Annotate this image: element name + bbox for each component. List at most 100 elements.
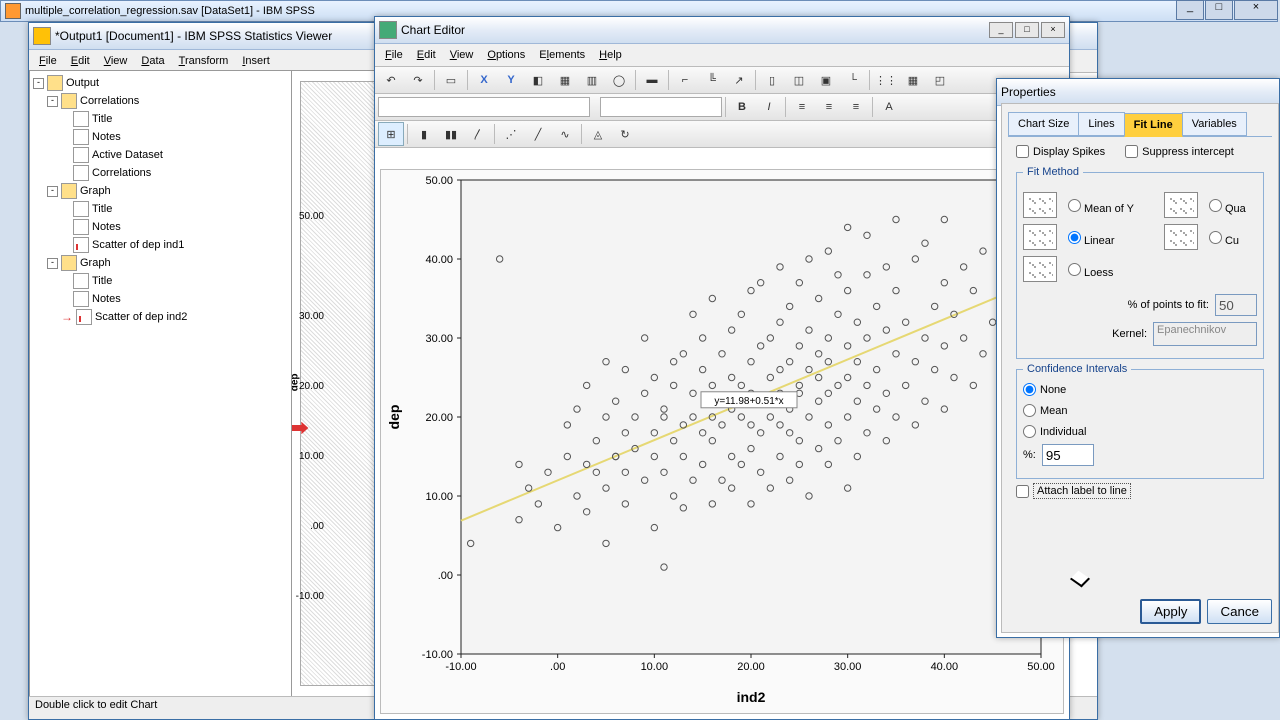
label-button[interactable]: ◬ <box>585 122 611 146</box>
toggle-icon[interactable]: - <box>47 96 58 107</box>
menu-edit[interactable]: Edit <box>65 52 96 70</box>
radio-cubic[interactable]: Cu <box>1204 228 1239 247</box>
menu-transform[interactable]: Transform <box>173 52 235 70</box>
properties-titlebar[interactable]: Properties <box>997 79 1279 106</box>
ce-menu-elements[interactable]: Elements <box>533 46 591 64</box>
menu-data[interactable]: Data <box>135 52 170 70</box>
tree-item[interactable]: Notes <box>92 293 121 305</box>
font-combo[interactable] <box>378 97 590 117</box>
preview-tick: 50.00 <box>294 211 324 222</box>
bar-button[interactable]: ▯ <box>759 68 785 92</box>
x-axis-button[interactable]: X <box>471 68 497 92</box>
ce-menu-file[interactable]: File <box>379 46 409 64</box>
grid-button[interactable]: ╚ <box>699 68 725 92</box>
preview-tick: 10.00 <box>294 451 324 462</box>
bar-chart-button[interactable]: ▮ <box>411 122 437 146</box>
lasso-button[interactable]: ◯ <box>606 68 632 92</box>
align-right-button[interactable]: ≡ <box>843 95 869 119</box>
tree-item[interactable]: Title <box>92 203 112 215</box>
output-tree[interactable]: -Output -Correlations Title Notes Active… <box>29 70 295 697</box>
toggle-icon[interactable]: - <box>47 186 58 197</box>
chart-type-button[interactable]: ▣ <box>813 68 839 92</box>
tree-item[interactable]: Notes <box>92 131 121 143</box>
chart-type-button[interactable]: ◫ <box>786 68 812 92</box>
tool-button[interactable]: ▥ <box>579 68 605 92</box>
apply-button[interactable]: Apply <box>1140 599 1201 624</box>
chart-editor-titlebar[interactable]: Chart Editor _ □ × <box>375 17 1069 44</box>
close-button[interactable]: × <box>1041 22 1065 38</box>
align-center-button[interactable]: ≡ <box>816 95 842 119</box>
refresh-button[interactable]: ↻ <box>612 122 638 146</box>
y-axis-button[interactable]: Y <box>498 68 524 92</box>
suppress-intercept-checkbox[interactable]: Suppress intercept <box>1125 145 1234 158</box>
cancel-button[interactable]: Cance <box>1207 599 1272 624</box>
attach-label-checkbox[interactable]: Attach label to line <box>1016 483 1264 499</box>
ce-menu-view[interactable]: View <box>444 46 480 64</box>
undo-button[interactable]: ↶ <box>378 68 404 92</box>
chart-editor-window: Chart Editor _ □ × File Edit View Option… <box>374 16 1070 720</box>
tree-graph1[interactable]: Graph <box>80 185 111 197</box>
menu-insert[interactable]: Insert <box>236 52 276 70</box>
tree-item[interactable]: Title <box>92 275 112 287</box>
align-left-button[interactable]: ≡ <box>789 95 815 119</box>
ce-menu-edit[interactable]: Edit <box>411 46 442 64</box>
toggle-icon[interactable]: - <box>33 78 44 89</box>
menu-view[interactable]: View <box>98 52 134 70</box>
chart-type-button[interactable]: └ <box>840 68 866 92</box>
chart-button[interactable]: ◰ <box>927 68 953 92</box>
tab-chart-size[interactable]: Chart Size <box>1008 112 1079 136</box>
display-spikes-checkbox[interactable]: Display Spikes <box>1016 145 1105 158</box>
properties-button[interactable]: ▭ <box>438 68 464 92</box>
scatter-button[interactable]: ⋰ <box>498 122 524 146</box>
tab-variables[interactable]: Variables <box>1182 112 1247 136</box>
radio-loess[interactable]: Loess <box>1063 260 1113 279</box>
maximize-button[interactable]: □ <box>1015 22 1039 38</box>
radio-ci-individual[interactable]: Individual <box>1023 425 1257 438</box>
os-minimize-button[interactable]: _ <box>1176 0 1204 20</box>
radio-ci-none[interactable]: None <box>1023 383 1257 396</box>
chart-canvas[interactable]: -10.00.0010.0020.0030.0040.0050.00-10.00… <box>380 169 1064 714</box>
grid-button[interactable]: ▦ <box>900 68 926 92</box>
ci-pct-input[interactable] <box>1042 444 1094 466</box>
minimize-button[interactable]: _ <box>989 22 1013 38</box>
trend-button[interactable]: ↗ <box>726 68 752 92</box>
radio-linear[interactable]: Linear <box>1063 228 1115 247</box>
os-maximize-button[interactable]: □ <box>1205 0 1233 20</box>
tree-graph2[interactable]: Graph <box>80 257 111 269</box>
tree-item[interactable]: Notes <box>92 221 121 233</box>
fit-line-button[interactable]: ╱ <box>525 122 551 146</box>
tab-lines[interactable]: Lines <box>1078 112 1124 136</box>
tree-root[interactable]: Output <box>66 77 99 89</box>
os-close-button[interactable]: × <box>1234 0 1278 20</box>
text-color-button[interactable]: A <box>876 95 902 119</box>
radio-ci-mean[interactable]: Mean <box>1023 404 1257 417</box>
radio-quadratic[interactable]: Qua <box>1204 196 1246 215</box>
label: Suppress intercept <box>1142 146 1234 158</box>
label: Cu <box>1225 235 1239 247</box>
bold-button[interactable]: B <box>729 95 755 119</box>
size-combo[interactable] <box>600 97 722 117</box>
tree-item-active[interactable]: Scatter of dep ind2 <box>95 311 187 323</box>
tool-button[interactable]: ▦ <box>552 68 578 92</box>
select-tool-button[interactable]: ⊞ <box>378 122 404 146</box>
radio-mean-y[interactable]: Mean of Y <box>1063 196 1134 215</box>
tab-fit-line[interactable]: Fit Line <box>1124 113 1183 137</box>
toggle-icon[interactable]: - <box>47 258 58 269</box>
tree-item[interactable]: Title <box>92 113 112 125</box>
curve-button[interactable]: ∿ <box>552 122 578 146</box>
axis-toggle-button[interactable]: ⌐ <box>672 68 698 92</box>
tree-correlations[interactable]: Correlations <box>80 95 139 107</box>
grid-dots-button[interactable]: ⋮⋮ <box>873 68 899 92</box>
line-chart-button[interactable]: 〳 <box>465 122 491 146</box>
tree-item[interactable]: Active Dataset <box>92 149 163 161</box>
tool-button[interactable]: ▬ <box>639 68 665 92</box>
marker-button[interactable]: ◧ <box>525 68 551 92</box>
ce-menu-help[interactable]: Help <box>593 46 628 64</box>
italic-button[interactable]: I <box>756 95 782 119</box>
menu-file[interactable]: File <box>33 52 63 70</box>
tree-item[interactable]: Scatter of dep ind1 <box>92 239 184 251</box>
redo-button[interactable]: ↷ <box>405 68 431 92</box>
histogram-button[interactable]: ▮▮ <box>438 122 464 146</box>
tree-item[interactable]: Correlations <box>92 167 151 179</box>
ce-menu-options[interactable]: Options <box>481 46 531 64</box>
